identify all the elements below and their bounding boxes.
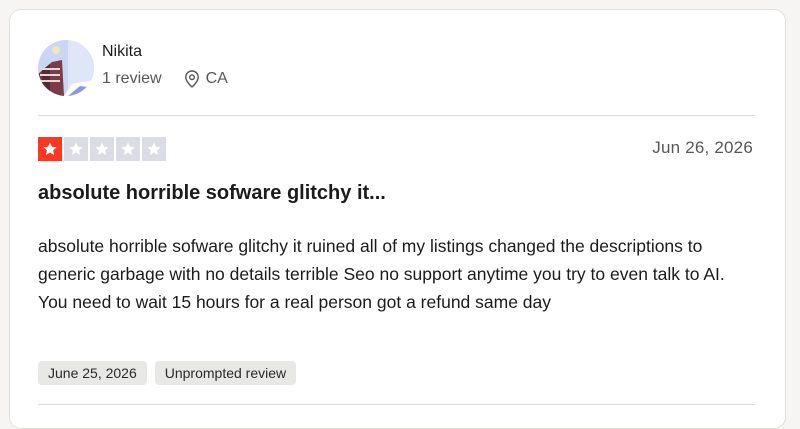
star-icon [64, 137, 88, 161]
star-icon [38, 137, 62, 161]
reviewer-header: Nikita 1 review CA [38, 40, 228, 96]
avatar[interactable] [38, 40, 94, 96]
location: CA [184, 70, 228, 88]
location-label: CA [205, 70, 228, 87]
review-title[interactable]: absolute horrible sofware glitchy it... [38, 182, 386, 205]
star-icon [142, 137, 166, 161]
review-type-tag[interactable]: Unprompted review [154, 361, 297, 385]
review-tags: June 25, 2026 Unprompted review [38, 361, 297, 385]
map-pin-icon [184, 70, 199, 88]
reviewer-name[interactable]: Nikita [102, 43, 228, 61]
review-body: absolute horrible sofware glitchy it rui… [38, 236, 725, 312]
review-count: 1 review [102, 70, 162, 87]
experience-date-tag: June 25, 2026 [38, 361, 147, 385]
divider [38, 404, 755, 405]
divider [38, 115, 755, 116]
review-card: Nikita 1 review CA Jun 26, 2026 absolute… [9, 9, 786, 429]
star-icon [116, 137, 140, 161]
star-icon [90, 137, 114, 161]
review-date: Jun 26, 2026 [652, 138, 753, 157]
star-rating [38, 137, 166, 161]
